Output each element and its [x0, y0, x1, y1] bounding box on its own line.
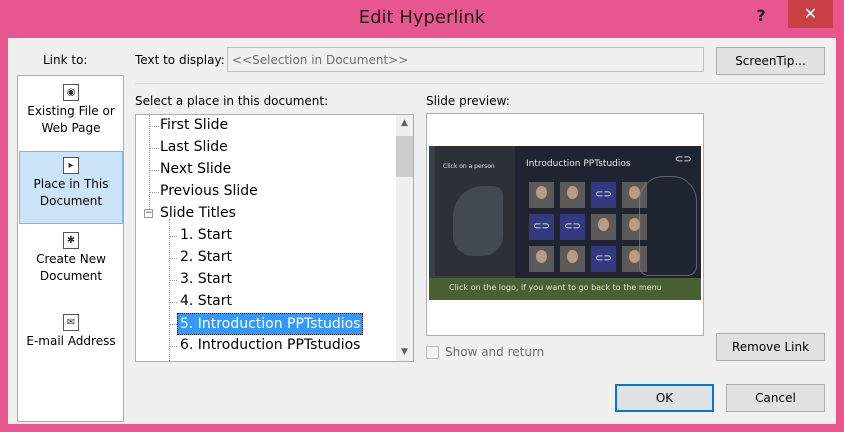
tree-item-last-slide[interactable]: Last Slide: [158, 137, 230, 159]
ok-button[interactable]: OK: [615, 384, 714, 412]
tree-line: [169, 324, 177, 325]
screentip-button[interactable]: ScreenTip...: [716, 47, 825, 75]
slide-preview-label: Slide preview:: [426, 94, 510, 108]
tree-line: [169, 302, 177, 303]
link-to-new-document[interactable]: ✱ Create New Document: [19, 227, 123, 300]
tree-line: [169, 219, 170, 361]
select-place-label: Select a place in this document:: [135, 94, 329, 108]
tree-item-next-slide[interactable]: Next Slide: [158, 159, 233, 181]
tree-line: [169, 258, 177, 259]
show-and-return-option: Show and return: [426, 345, 544, 359]
link-to-email-address-label: E-mail Address: [26, 334, 116, 348]
link-to-place-in-document-label: Place in This Document: [33, 177, 109, 208]
window-title: Edit Hyperlink: [358, 7, 486, 28]
cancel-button[interactable]: Cancel: [726, 384, 825, 412]
person-tile: [591, 214, 616, 240]
place-tree[interactable]: − First Slide Last Slide Next Slide Prev…: [135, 114, 414, 362]
help-button[interactable]: ?: [745, 3, 777, 29]
link-to-existing-file-label: Existing File or Web Page: [27, 104, 115, 135]
person-tile: [560, 182, 585, 208]
remove-link-button[interactable]: Remove Link: [716, 333, 825, 361]
text-to-display-label: Text to display:: [135, 53, 225, 67]
logo-icon: ⊂⊃: [591, 246, 616, 272]
link-to-place-in-document[interactable]: ▸ Place in This Document: [19, 151, 123, 224]
scroll-thumb[interactable]: [396, 136, 413, 177]
hand-gesture-image: [639, 176, 697, 276]
person-tile: [529, 182, 554, 208]
text-to-display-input[interactable]: [227, 47, 704, 72]
tree-item-slide-5[interactable]: 5. Introduction PPTstudios: [177, 313, 364, 335]
link-to-panel: ◉ Existing File or Web Page ▸ Place in T…: [17, 75, 124, 422]
logo-icon: ⊂⊃: [591, 182, 616, 208]
title-bar: Edit Hyperlink ? ✕: [0, 0, 844, 38]
person-tile: [529, 246, 554, 272]
slide-photo-panel: Click on a person: [429, 146, 515, 278]
collapse-icon[interactable]: −: [144, 209, 153, 218]
tree-item-first-slide[interactable]: First Slide: [158, 115, 230, 137]
tree-item-slide-4[interactable]: 4. Start: [178, 291, 234, 313]
link-to-new-document-label: Create New Document: [36, 252, 106, 283]
tree-item-slide-1[interactable]: 1. Start: [178, 225, 234, 247]
tree-item-slide-titles[interactable]: Slide Titles: [158, 203, 238, 225]
tree-line: [169, 236, 177, 237]
new-document-icon: ✱: [63, 232, 79, 249]
scroll-up-icon[interactable]: ▲: [396, 115, 413, 132]
logo-icon: ⊂⊃: [675, 154, 692, 165]
slide-title: Introduction PPTstudios: [526, 159, 631, 169]
show-and-return-checkbox[interactable]: [426, 346, 439, 359]
link-to-existing-file[interactable]: ◉ Existing File or Web Page: [19, 79, 123, 152]
slide-preview: Click on a person Introduction PPTstudio…: [426, 113, 704, 336]
tree-line: [149, 115, 150, 215]
link-to-label: Link to:: [43, 53, 88, 67]
slide-click-text: Click on a person: [443, 163, 495, 170]
tree-line: [169, 280, 177, 281]
show-and-return-label: Show and return: [445, 345, 545, 359]
tree-item-slide-3[interactable]: 3. Start: [178, 269, 234, 291]
email-icon: ✉: [63, 314, 79, 331]
person-tile: [560, 246, 585, 272]
tree-item-slide-2[interactable]: 2. Start: [178, 247, 234, 269]
place-in-document-icon: ▸: [63, 157, 79, 174]
close-button[interactable]: ✕: [788, 0, 833, 28]
divider: [135, 83, 824, 84]
tree-line: [169, 346, 177, 347]
tree-item-previous-slide[interactable]: Previous Slide: [158, 181, 260, 203]
slide-footer-bar: Click on the logo, if you want to go bac…: [429, 278, 701, 300]
web-page-icon: ◉: [63, 84, 79, 101]
tree-item-slide-6[interactable]: 6. Introduction PPTstudios: [178, 335, 362, 357]
logo-icon: ⊂⊃: [560, 214, 585, 240]
link-to-email-address[interactable]: ✉ E-mail Address: [19, 309, 123, 382]
hand-image: [453, 186, 503, 256]
tree-scrollbar[interactable]: ▲ ▼: [396, 115, 413, 361]
dialog-body: Link to: ◉ Existing File or Web Page ▸ P…: [8, 38, 836, 424]
slide-thumbnail: Click on a person Introduction PPTstudio…: [429, 146, 701, 300]
slide-footer-text: Click on the logo, if you want to go bac…: [449, 283, 662, 292]
logo-icon: ⊂⊃: [529, 214, 554, 240]
scroll-down-icon[interactable]: ▼: [396, 344, 413, 361]
